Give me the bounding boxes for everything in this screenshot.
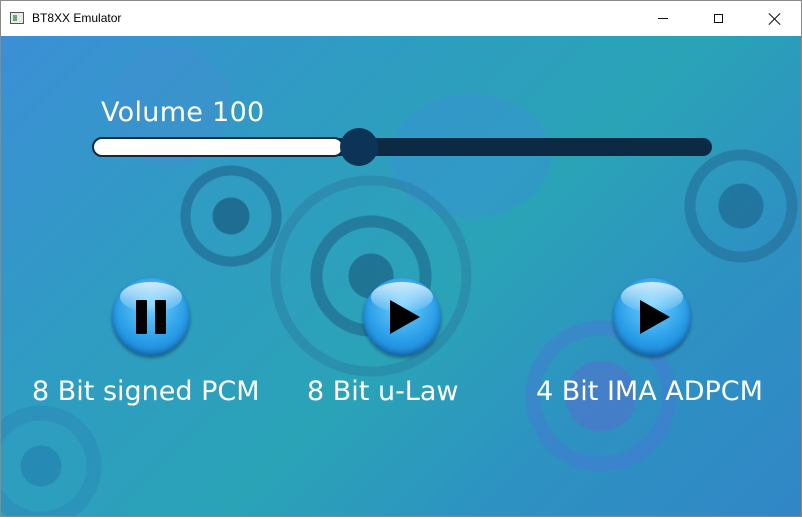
volume-label: Volume 100 <box>101 97 265 128</box>
pcm-signed-label: 8 Bit signed PCM <box>32 376 260 407</box>
main-panel: Volume 100 8 Bit signed PCM 8 Bit u-Law … <box>1 36 801 516</box>
minimize-button[interactable] <box>640 1 686 36</box>
pcm-signed-pause-button[interactable] <box>112 278 190 356</box>
ulaw-play-button[interactable] <box>363 278 441 356</box>
maximize-icon <box>713 14 723 23</box>
volume-slider-thumb[interactable] <box>340 128 378 166</box>
app-window: BT8XX Emulator Volume 100 8 Bit signed P… <box>0 0 802 517</box>
minimize-icon <box>658 18 668 19</box>
window-title: BT8XX Emulator <box>32 11 122 25</box>
volume-slider[interactable] <box>92 128 712 166</box>
close-icon <box>769 13 781 25</box>
play-icon <box>640 300 670 334</box>
close-button[interactable] <box>752 1 798 36</box>
maximize-button[interactable] <box>695 1 741 36</box>
app-icon <box>10 12 24 24</box>
ima-adpcm-label: 4 Bit IMA ADPCM <box>536 376 763 407</box>
pause-icon <box>134 300 168 334</box>
title-bar[interactable]: BT8XX Emulator <box>1 1 801 36</box>
ulaw-label: 8 Bit u-Law <box>307 376 459 407</box>
ima-adpcm-play-button[interactable] <box>613 278 691 356</box>
volume-slider-fill <box>92 137 344 157</box>
play-icon <box>390 300 420 334</box>
